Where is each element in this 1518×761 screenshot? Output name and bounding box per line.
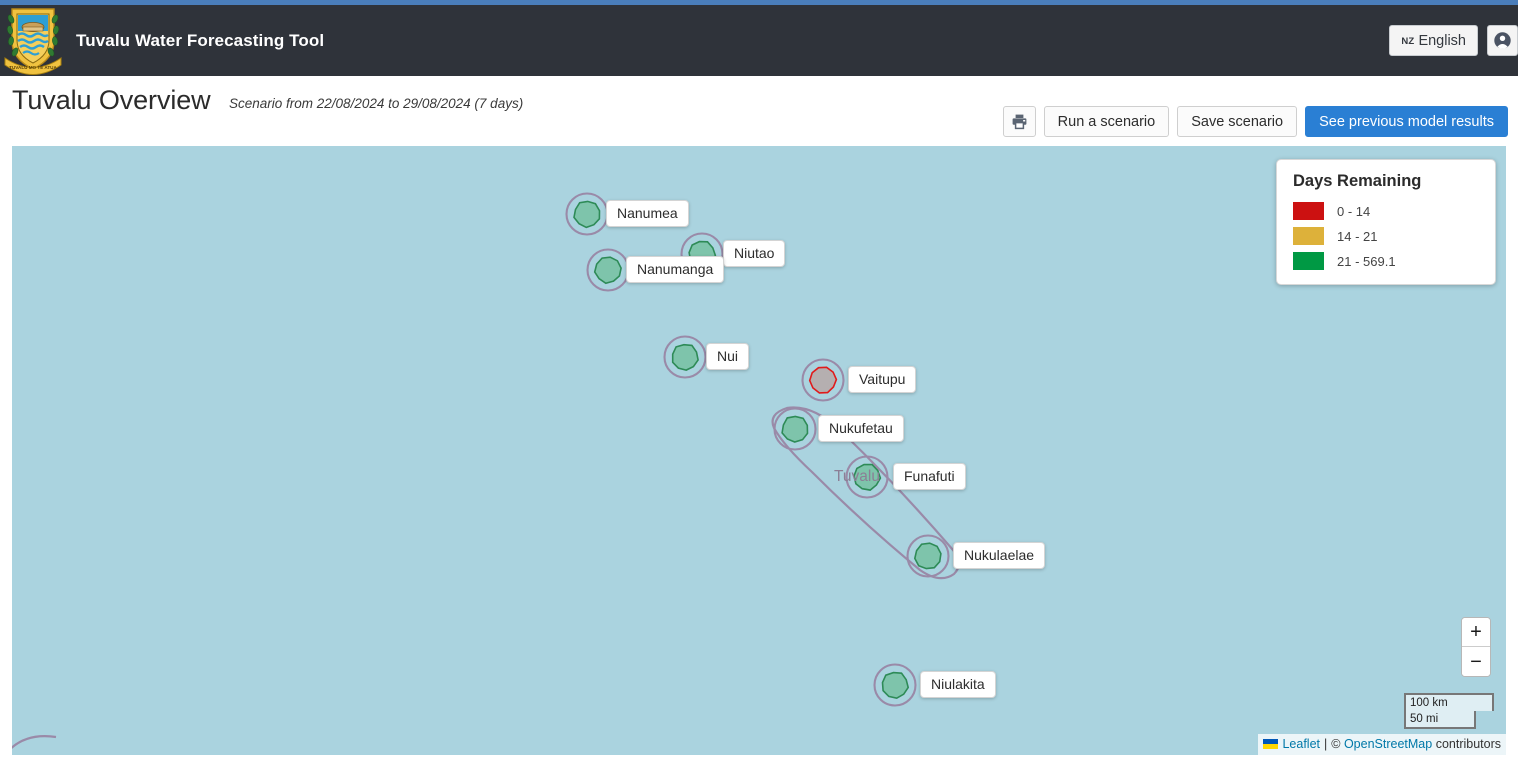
zoom-in-button[interactable]: + xyxy=(1462,618,1490,647)
island-label-nui[interactable]: Nui xyxy=(706,343,749,370)
island-status-marker[interactable] xyxy=(810,367,837,393)
map-legend: Days Remaining 0 - 14 14 - 21 21 - 569.1 xyxy=(1276,159,1496,285)
legend-row: 21 - 569.1 xyxy=(1293,252,1479,270)
app-title: Tuvalu Water Forecasting Tool xyxy=(76,31,324,51)
legend-color-swatch xyxy=(1293,202,1324,220)
legend-color-swatch xyxy=(1293,252,1324,270)
map-zoom-controls: + − xyxy=(1461,617,1491,677)
header-actions: NZ English xyxy=(1389,25,1518,56)
country-boundary-path xyxy=(12,407,959,755)
island-status-marker[interactable] xyxy=(595,257,621,283)
country-label: Tuvalu xyxy=(834,468,880,486)
page-title: Tuvalu Overview xyxy=(12,85,211,116)
island-markers-layer xyxy=(567,194,949,706)
scenario-date-range: Scenario from 22/08/2024 to 29/08/2024 (… xyxy=(229,96,523,111)
language-region-code: NZ xyxy=(1401,36,1414,47)
scale-bar-km: 100 km xyxy=(1404,693,1494,711)
legend-range-label: 0 - 14 xyxy=(1337,204,1370,219)
zoom-out-button[interactable]: − xyxy=(1462,647,1490,676)
print-button[interactable] xyxy=(1003,106,1036,137)
run-scenario-button[interactable]: Run a scenario xyxy=(1044,106,1170,137)
map-scale-control: 100 km 50 mi xyxy=(1404,693,1494,729)
save-scenario-button[interactable]: Save scenario xyxy=(1177,106,1297,137)
openstreetmap-link[interactable]: OpenStreetMap xyxy=(1344,735,1432,753)
contributors-text: contributors xyxy=(1436,735,1501,753)
island-label-niutao[interactable]: Niutao xyxy=(723,240,785,267)
island-label-nukufetau[interactable]: Nukufetau xyxy=(818,415,904,442)
legend-range-label: 14 - 21 xyxy=(1337,229,1377,244)
island-label-funafuti[interactable]: Funafuti xyxy=(893,463,966,490)
island-status-marker[interactable] xyxy=(915,543,941,568)
see-previous-model-results-button[interactable]: See previous model results xyxy=(1305,106,1508,137)
island-status-marker[interactable] xyxy=(673,345,698,370)
legend-color-swatch xyxy=(1293,227,1324,245)
island-label-nukulaelae[interactable]: Nukulaelae xyxy=(953,542,1045,569)
island-status-marker[interactable] xyxy=(782,417,807,443)
page-title-row: Tuvalu Overview Scenario from 22/08/2024… xyxy=(0,76,1518,146)
user-avatar-icon xyxy=(1494,32,1511,49)
page-toolbar: Run a scenario Save scenario See previou… xyxy=(1003,106,1508,137)
language-selector-button[interactable]: NZ English xyxy=(1389,25,1478,56)
ukraine-flag-icon xyxy=(1263,739,1278,749)
user-account-button[interactable] xyxy=(1487,25,1518,56)
copyright-symbol: © xyxy=(1331,735,1340,753)
island-label-nanumea[interactable]: Nanumea xyxy=(606,200,689,227)
svg-text:TUVALU MO TE ATUA: TUVALU MO TE ATUA xyxy=(9,65,57,70)
map-canvas[interactable]: Tuvalu Nanumea NiutaoNanumanga Nui Vaitupu N… xyxy=(12,146,1506,755)
island-label-niulakita[interactable]: Niulakita xyxy=(920,671,996,698)
legend-range-label: 21 - 569.1 xyxy=(1337,254,1396,269)
scale-bar-mi: 50 mi xyxy=(1404,711,1476,729)
legend-row: 14 - 21 xyxy=(1293,227,1479,245)
tuvalu-coat-of-arms-icon: TUVALU MO TE ATUA xyxy=(2,5,64,76)
printer-icon xyxy=(1011,113,1028,130)
island-label-nanumanga[interactable]: Nanumanga xyxy=(626,256,724,283)
attribution-separator: | xyxy=(1324,735,1327,753)
leaflet-link[interactable]: Leaflet xyxy=(1282,735,1320,753)
map-attribution: Leaflet | © OpenStreetMap contributors xyxy=(1258,734,1506,755)
app-header: TUVALU MO TE ATUA Tuvalu Water Forecasti… xyxy=(0,5,1518,76)
legend-row: 0 - 14 xyxy=(1293,202,1479,220)
island-status-marker[interactable] xyxy=(574,201,600,227)
legend-title: Days Remaining xyxy=(1293,172,1479,191)
island-status-marker[interactable] xyxy=(883,673,909,699)
legend-rows: 0 - 14 14 - 21 21 - 569.1 xyxy=(1293,202,1479,270)
island-label-vaitupu[interactable]: Vaitupu xyxy=(848,366,916,393)
language-name: English xyxy=(1418,33,1466,49)
